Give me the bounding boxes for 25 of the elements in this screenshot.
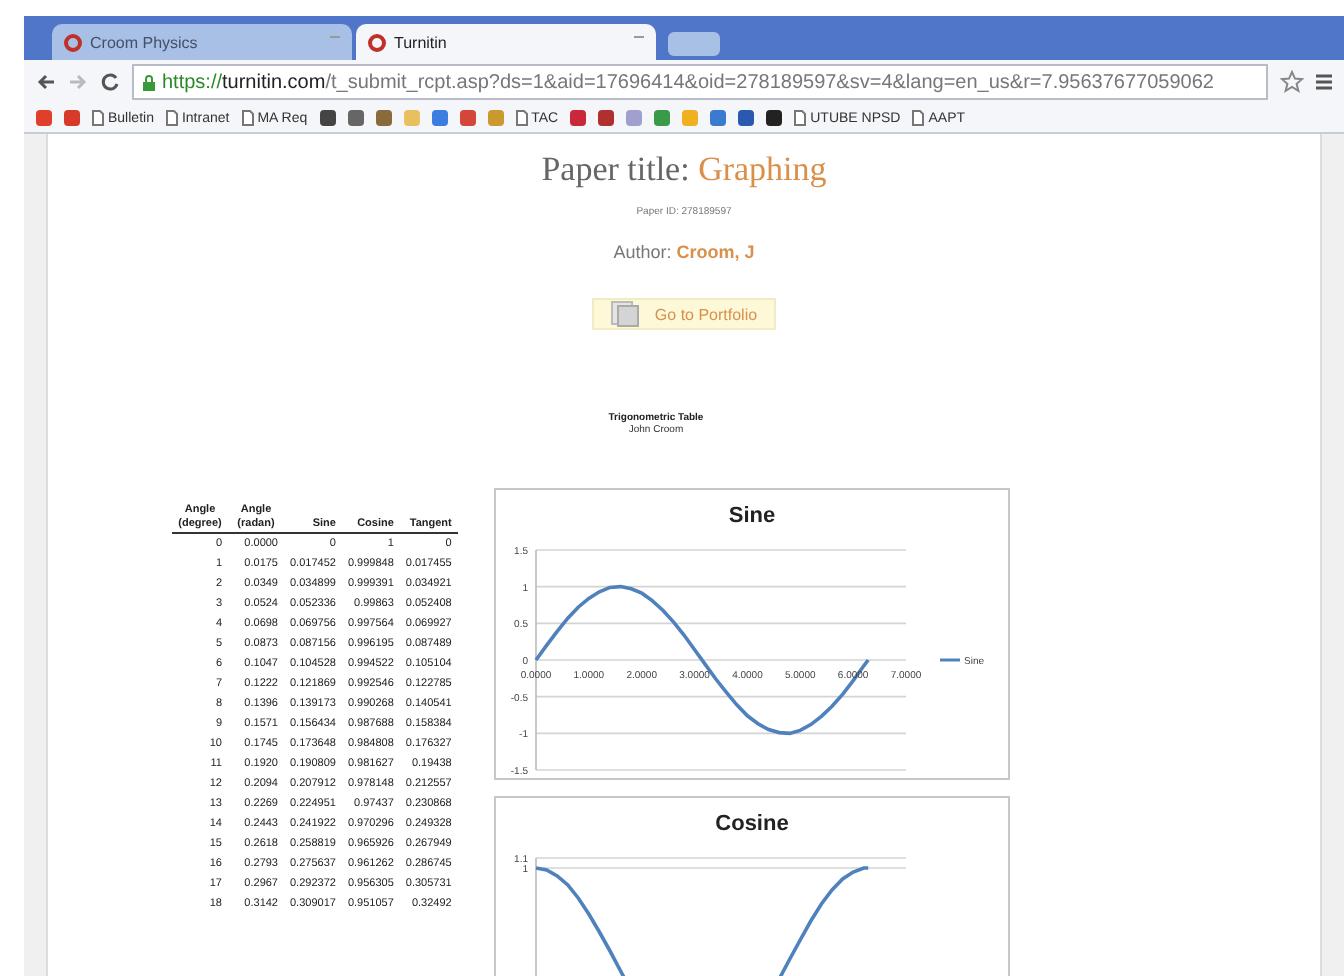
chart-title: Sine [728,504,775,528]
menu-icon[interactable] [1316,72,1332,92]
browser-tab[interactable]: Croom Physics [52,24,352,60]
url-text: https://turnitin.com/t_submit_rcpt.asp?ds=1&aid=17696414&oid=278189597&sv=4&lang=en_us&r=7.95637677059062 [162,71,1214,93]
page-icon [165,110,178,126]
chart-title: Cosine [715,812,789,836]
bookmark-icon[interactable] [319,110,336,126]
page-icon [515,110,528,126]
tab-logo-icon [64,33,82,51]
bookmark-icon[interactable] [766,110,783,126]
page-icon [241,110,254,126]
star-icon[interactable] [1280,70,1304,94]
address-bar[interactable]: https://turnitin.com/t_submit_rcpt.asp?ds=1&aid=17696414&oid=278189597&sv=4&lang=en_us&r=7.95637677059062 [132,64,1268,100]
lock-icon [142,73,156,91]
page-icon [92,110,104,126]
paper-title: Paper title: Graphing [541,150,827,190]
bookmark-icon[interactable] [738,110,755,126]
page-icon [912,110,925,126]
tab-logo-icon [368,33,386,51]
back-icon[interactable] [36,72,56,92]
page-icon [794,110,807,126]
documents-icon [610,300,643,328]
browser-tab[interactable]: Turnitin [356,24,656,60]
author-text: Author: Croom, J [613,242,755,262]
reload-icon[interactable] [100,72,120,92]
